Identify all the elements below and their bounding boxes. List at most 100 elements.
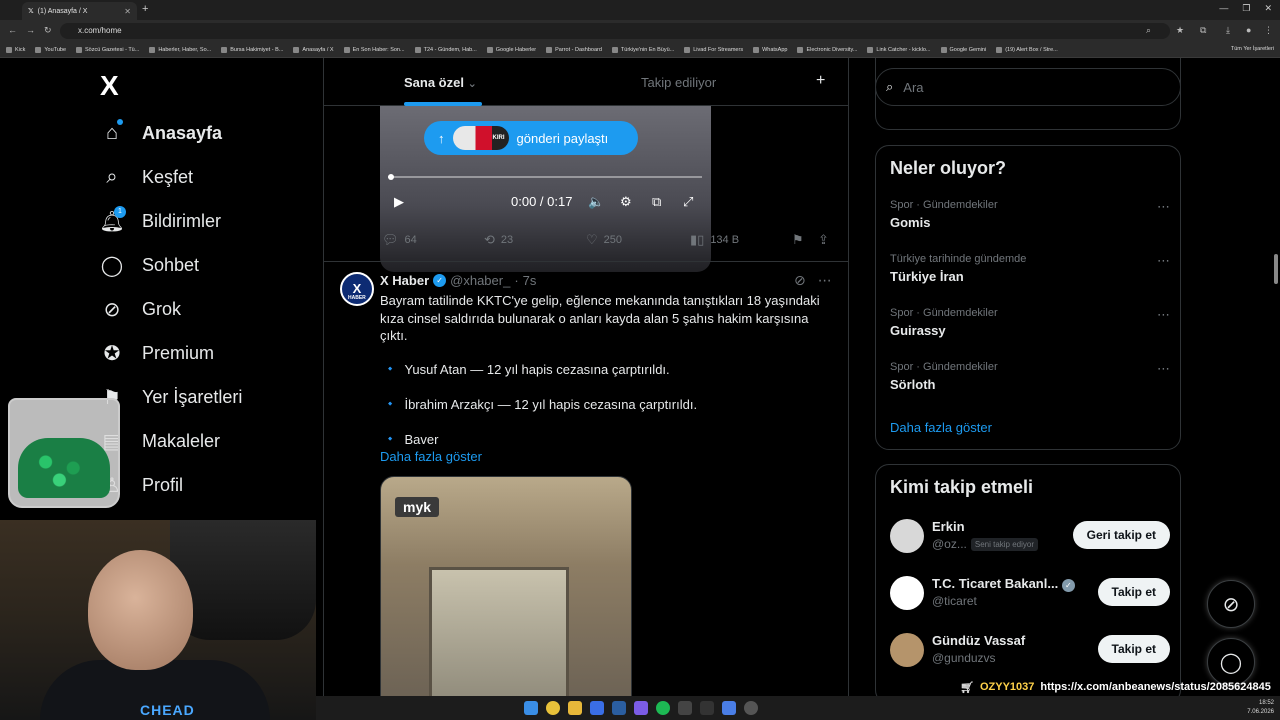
nav-item-search[interactable]: ⌕ Keşfet xyxy=(100,165,193,189)
search-input[interactable]: ⌕ Ara xyxy=(875,68,1181,106)
bookmark-item[interactable]: Google Gemini xyxy=(940,46,986,53)
browser-menu-icon[interactable]: ⋮ xyxy=(1264,25,1273,36)
avatar[interactable] xyxy=(890,633,924,667)
bookmark-item[interactable]: Sözcü Gazetesi - Tü... xyxy=(76,46,139,53)
fullscreen-icon[interactable]: ⤢ xyxy=(683,194,693,210)
tab-following[interactable]: Takip ediliyor xyxy=(641,75,716,90)
reply-button[interactable]: 💬︎ 64 xyxy=(382,232,417,248)
page-scrollbar[interactable] xyxy=(1274,254,1278,284)
add-feed-icon[interactable]: + xyxy=(816,72,825,90)
bookmark-item[interactable]: Haberler, Haber, So... xyxy=(149,46,211,53)
tweet-time[interactable]: 7s xyxy=(523,273,537,288)
bookmark-item[interactable]: T24 - Gündem, Hab... xyxy=(414,46,477,53)
discord-icon[interactable] xyxy=(634,701,648,715)
app-icon[interactable] xyxy=(722,701,736,715)
bookmark-item[interactable]: Bursa Hakimiyet - B... xyxy=(221,46,283,53)
share-button[interactable]: ⇪ xyxy=(818,232,829,248)
more-icon[interactable]: ⋯ xyxy=(1157,307,1170,323)
follow-suggestion[interactable]: Erkin @oz... Seni takip ediyor Geri takip e… xyxy=(890,517,1170,557)
grok-fab[interactable]: ⊘ xyxy=(1207,580,1255,628)
trends-show-more[interactable]: Daha fazla göster xyxy=(890,420,992,435)
trend-item[interactable]: Spor · Gündemdekiler Sörloth ⋯ xyxy=(890,361,1170,392)
address-bar[interactable]: x.com/home xyxy=(60,23,1170,39)
bookmark-item[interactable]: Google Haberler xyxy=(486,46,536,53)
settings-icon[interactable]: ⚙ xyxy=(620,194,632,210)
volume-icon[interactable]: 🔈 xyxy=(588,194,604,210)
chrome-icon[interactable] xyxy=(546,701,560,715)
bookmark-item[interactable]: Anasayfa / X xyxy=(293,46,334,53)
bookmark-item[interactable]: Electronic Diversity... xyxy=(797,46,857,53)
suggestion-name[interactable]: Gündüz Vassaf xyxy=(932,633,1025,648)
tab-for-you[interactable]: Sana özel ⌄ xyxy=(404,75,477,90)
bookmark-item[interactable]: (19) Alert Box / Stre... xyxy=(996,46,1058,53)
all-bookmarks[interactable]: Tüm Yer İşaretleri xyxy=(1231,46,1274,52)
bookmark-button[interactable]: ⚑ xyxy=(792,232,804,248)
follow-button[interactable]: Takip et xyxy=(1097,635,1170,663)
trend-item[interactable]: Türkiye tarihinde gündemde Türkiye İran ⋯ xyxy=(890,253,1170,284)
nav-item-bookmark[interactable]: ⚑Yer İşaretleri xyxy=(100,385,242,409)
author-name[interactable]: X Haber xyxy=(380,273,429,288)
trend-item[interactable]: Spor · Gündemdekiler Gomis ⋯ xyxy=(890,199,1170,230)
new-tab-button[interactable]: + xyxy=(142,3,148,15)
bookmark-item[interactable]: Türkiye'nin En Büyü... xyxy=(611,46,674,53)
app-icon[interactable] xyxy=(700,701,714,715)
more-icon[interactable]: ⋯ xyxy=(818,272,832,289)
tweet-image[interactable]: myk xyxy=(380,476,632,696)
app-icon[interactable] xyxy=(590,701,604,715)
zoom-icon[interactable]: ⌕ xyxy=(1146,25,1151,36)
x-logo[interactable]: X xyxy=(100,70,119,102)
spotify-icon[interactable] xyxy=(656,701,670,715)
avatar[interactable]: X HABER xyxy=(340,272,374,306)
obs-icon[interactable] xyxy=(744,701,758,715)
repost-button[interactable]: ⟲ 23 xyxy=(484,232,513,248)
app-icon[interactable] xyxy=(678,701,692,715)
more-icon[interactable]: ⋯ xyxy=(1157,199,1170,215)
bookmark-item[interactable]: YouTube xyxy=(35,46,66,53)
reload-icon[interactable]: ↻ xyxy=(44,25,52,36)
nav-item-grok[interactable]: ⊘ Grok xyxy=(100,297,181,321)
follow-suggestion[interactable]: T.C. Ticaret Bakanl... ✓ @ticaret Takip et xyxy=(890,574,1170,614)
more-icon[interactable]: ⋯ xyxy=(1157,361,1170,377)
grok-icon[interactable]: ⊘ xyxy=(794,272,806,289)
author-handle[interactable]: @xhaber_ xyxy=(450,273,510,288)
minimize-icon[interactable]: — xyxy=(1219,3,1228,14)
bookmark-item[interactable]: WhatsApp xyxy=(753,46,787,53)
trend-item[interactable]: Spor · Gündemdekiler Guirassy ⋯ xyxy=(890,307,1170,338)
download-icon[interactable]: ⤓ xyxy=(1226,25,1230,36)
messages-fab[interactable]: ◯ xyxy=(1207,638,1255,686)
shared-post-pill[interactable]: ↑ KIRI gönderi paylaştı xyxy=(424,121,638,155)
more-icon[interactable]: ⋯ xyxy=(1157,253,1170,269)
close-tab-icon[interactable]: ✕ xyxy=(124,7,131,16)
play-icon[interactable]: ▶ xyxy=(394,194,404,210)
forward-icon[interactable]: → xyxy=(26,25,35,35)
bookmark-item[interactable]: Parrot - Dashboard xyxy=(546,46,602,53)
pip-icon[interactable]: ⧉ xyxy=(652,194,661,210)
browser-tab[interactable]: 𝕏 (1) Anasayfa / X ✕ xyxy=(22,2,137,20)
show-more-link[interactable]: Daha fazla göster xyxy=(380,449,482,464)
nav-item-chat[interactable]: ◯ Sohbet xyxy=(100,253,199,277)
bookmark-item[interactable]: En Son Haber: Son... xyxy=(343,46,405,53)
back-icon[interactable]: ← xyxy=(8,25,17,35)
folder-icon[interactable] xyxy=(568,701,582,715)
profile-avatar-icon[interactable]: ● xyxy=(1246,25,1251,35)
start-icon[interactable] xyxy=(524,701,538,715)
nav-item-premium[interactable]: ✪ Premium xyxy=(100,341,214,365)
bookmark-item[interactable]: Livad For Streamers xyxy=(684,46,743,53)
avatar[interactable] xyxy=(890,519,924,553)
follow-button[interactable]: Geri takip et xyxy=(1072,521,1170,549)
suggestion-name[interactable]: T.C. Ticaret Bakanl... ✓ xyxy=(932,576,1075,592)
follow-suggestion[interactable]: Gündüz Vassaf @gunduzvs Takip et xyxy=(890,631,1170,671)
views-button[interactable]: ▮▯ 134 B xyxy=(690,232,739,248)
bookmark-item[interactable]: Link Catcher - kicklo... xyxy=(867,46,931,53)
like-button[interactable]: ♡ 250 xyxy=(586,232,622,248)
extensions-icon[interactable]: ⧉ xyxy=(1200,25,1206,36)
bookmark-item[interactable]: Kick xyxy=(6,46,25,53)
steam-icon[interactable] xyxy=(612,701,626,715)
video-progress-handle[interactable] xyxy=(388,174,394,180)
close-window-icon[interactable]: ✕ xyxy=(1264,3,1272,14)
avatar[interactable] xyxy=(890,576,924,610)
star-icon[interactable]: ★ xyxy=(1176,25,1184,36)
suggestion-name[interactable]: Erkin xyxy=(932,519,965,534)
maximize-icon[interactable]: ❐ xyxy=(1242,3,1250,14)
video-progress-bar[interactable] xyxy=(388,174,702,180)
